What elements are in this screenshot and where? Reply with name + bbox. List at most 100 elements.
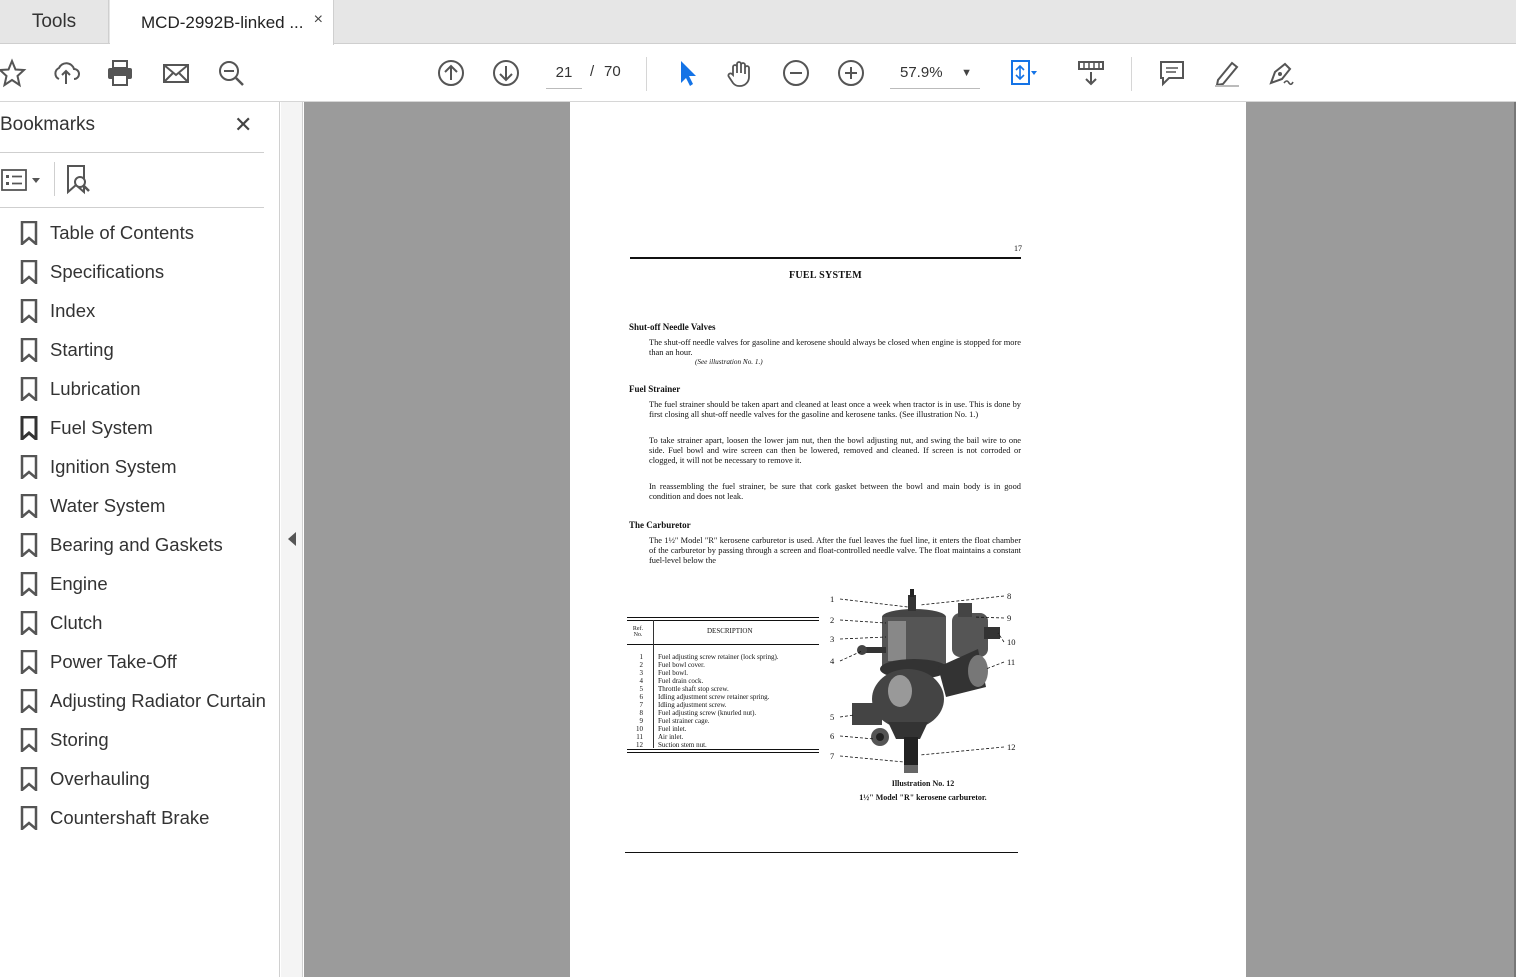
zoom-out-icon[interactable] [778,55,814,91]
bookmark-list: Table of Contents Specifications Index S… [0,213,278,837]
collapse-arrow-icon[interactable] [288,532,296,546]
description: Fuel bowl cover. [658,661,705,669]
hand-tool-icon[interactable] [722,55,758,91]
table-row: 4 Fuel drain cock. [627,677,819,685]
table-row: 11 Air inlet. [627,733,819,741]
table-rule [627,620,819,621]
table-header-ref: Ref. No. [632,626,644,638]
bookmark-icon [20,220,38,247]
description: Fuel strainer cage. [658,717,710,725]
panel-collapse-strip[interactable] [281,102,303,977]
bookmark-item[interactable]: Overhauling [0,759,278,798]
page-number-label: 17 [1014,244,1022,253]
document-viewport[interactable]: 17 FUEL SYSTEM Shut-off Needle Valves Th… [304,102,1516,977]
bookmark-icon [20,493,38,520]
tab-document-label: MCD-2992B-linked ... [141,12,304,32]
callout-label: 2 [830,615,834,625]
description: Throttle shaft stop screw. [658,685,729,693]
ref-no: 2 [639,661,644,669]
bookmark-item[interactable]: Table of Contents [0,213,278,252]
zoom-level-value: 57.9% [900,64,943,81]
callout-label: 11 [1007,657,1015,667]
bookmark-item[interactable]: Countershaft Brake [0,798,278,837]
tab-bar: Tools MCD-2992B-linked ... × [0,0,1516,45]
bookmark-item[interactable]: Clutch [0,603,278,642]
bookmark-item[interactable]: Bearing and Gaskets [0,525,278,564]
highlight-pen-icon[interactable] [1209,55,1245,91]
bookmark-item[interactable]: Engine [0,564,278,603]
page-number-input[interactable]: 21 [546,57,582,89]
table-rule [627,644,819,645]
bookmark-item[interactable]: Power Take-Off [0,642,278,681]
star-icon[interactable] [0,55,30,91]
cloud-upload-icon[interactable] [48,55,84,91]
bookmark-icon [20,766,38,793]
tab-document[interactable]: MCD-2992B-linked ... × [110,0,334,45]
paragraph: In reassembling the fuel strainer, be su… [649,482,1021,501]
bookmark-item[interactable]: Water System [0,486,278,525]
zoom-level-select[interactable]: 57.9% ▼ [890,57,980,89]
options-menu-icon[interactable] [0,166,44,194]
bookmark-item[interactable]: Starting [0,330,278,369]
bookmarks-panel: Bookmarks ✕ Table of Contents Specificat… [0,102,280,977]
table-row: 1 Fuel adjusting screw retainer (lock spr… [627,653,819,661]
bookmark-item[interactable]: Adjusting Radiator Curtain [0,681,278,720]
callout-label: 3 [830,634,834,644]
section-heading: Fuel Strainer [629,384,681,394]
bookmark-label: Power Take-Off [50,650,177,672]
bookmark-icon [20,376,38,403]
bookmark-icon [20,532,38,559]
page-title: FUEL SYSTEM [788,270,863,281]
ref-no: 6 [639,693,644,701]
callout-label: 1 [830,594,834,604]
table-row: 9 Fuel strainer cage. [627,717,819,725]
bookmark-item[interactable]: Index [0,291,278,330]
zoom-in-icon[interactable] [833,55,869,91]
pdf-page: 17 FUEL SYSTEM Shut-off Needle Valves Th… [570,102,1246,977]
print-icon[interactable] [102,55,138,91]
bookmark-item-active[interactable]: Fuel System [0,408,278,447]
bookmark-label: Table of Contents [50,221,194,243]
bookmark-label: Specifications [50,260,165,282]
search-zoom-icon[interactable] [213,55,249,91]
bookmark-search-icon[interactable] [64,164,94,196]
description: Fuel bowl. [658,669,688,677]
description: Fuel adjusting screw (knurled nut). [658,709,757,717]
bookmark-item[interactable]: Specifications [0,252,278,291]
bookmark-label: Engine [50,572,108,594]
fit-page-icon[interactable] [1004,55,1040,91]
table-row: 3 Fuel bowl. [627,669,819,677]
description: Fuel drain cock. [658,677,704,685]
section-heading: The Carburetor [629,520,691,530]
email-icon[interactable] [158,55,194,91]
bookmark-icon [20,337,38,364]
comment-icon[interactable] [1154,55,1190,91]
bookmark-label: Water System [50,494,166,516]
table-row: 8 Fuel adjusting screw (knurled nut). [627,709,819,717]
close-tab-icon[interactable]: × [314,11,323,29]
close-panel-icon[interactable]: ✕ [234,112,252,138]
bookmark-icon [20,259,38,286]
bookmark-item[interactable]: Storing [0,720,278,759]
divider [0,207,264,208]
table-row: 2 Fuel bowl cover. [627,661,819,669]
select-cursor-icon[interactable] [668,55,704,91]
description: Idling adjustment screw. [658,701,727,709]
ref-no: 5 [639,685,644,693]
tab-tools[interactable]: Tools [0,0,109,44]
bookmark-item[interactable]: Lubrication [0,369,278,408]
paragraph: The fuel strainer should be taken apart … [649,400,1021,419]
sign-pen-icon[interactable] [1263,55,1299,91]
bookmark-item[interactable]: Ignition System [0,447,278,486]
scroll-mode-icon[interactable] [1073,55,1109,91]
section-heading: Shut-off Needle Valves [629,322,716,332]
paragraph: The 1½" Model "R" kerosene carburetor is… [649,536,1021,565]
toolbar-divider [646,57,647,91]
bookmark-icon [20,805,38,832]
page-total: 70 [604,63,621,80]
previous-page-icon[interactable] [433,55,469,91]
illustration-reference: (See illustration No. 1.) [695,358,763,366]
next-page-icon[interactable] [488,55,524,91]
bookmark-label: Clutch [50,611,103,633]
bookmark-label: Overhauling [50,767,150,789]
